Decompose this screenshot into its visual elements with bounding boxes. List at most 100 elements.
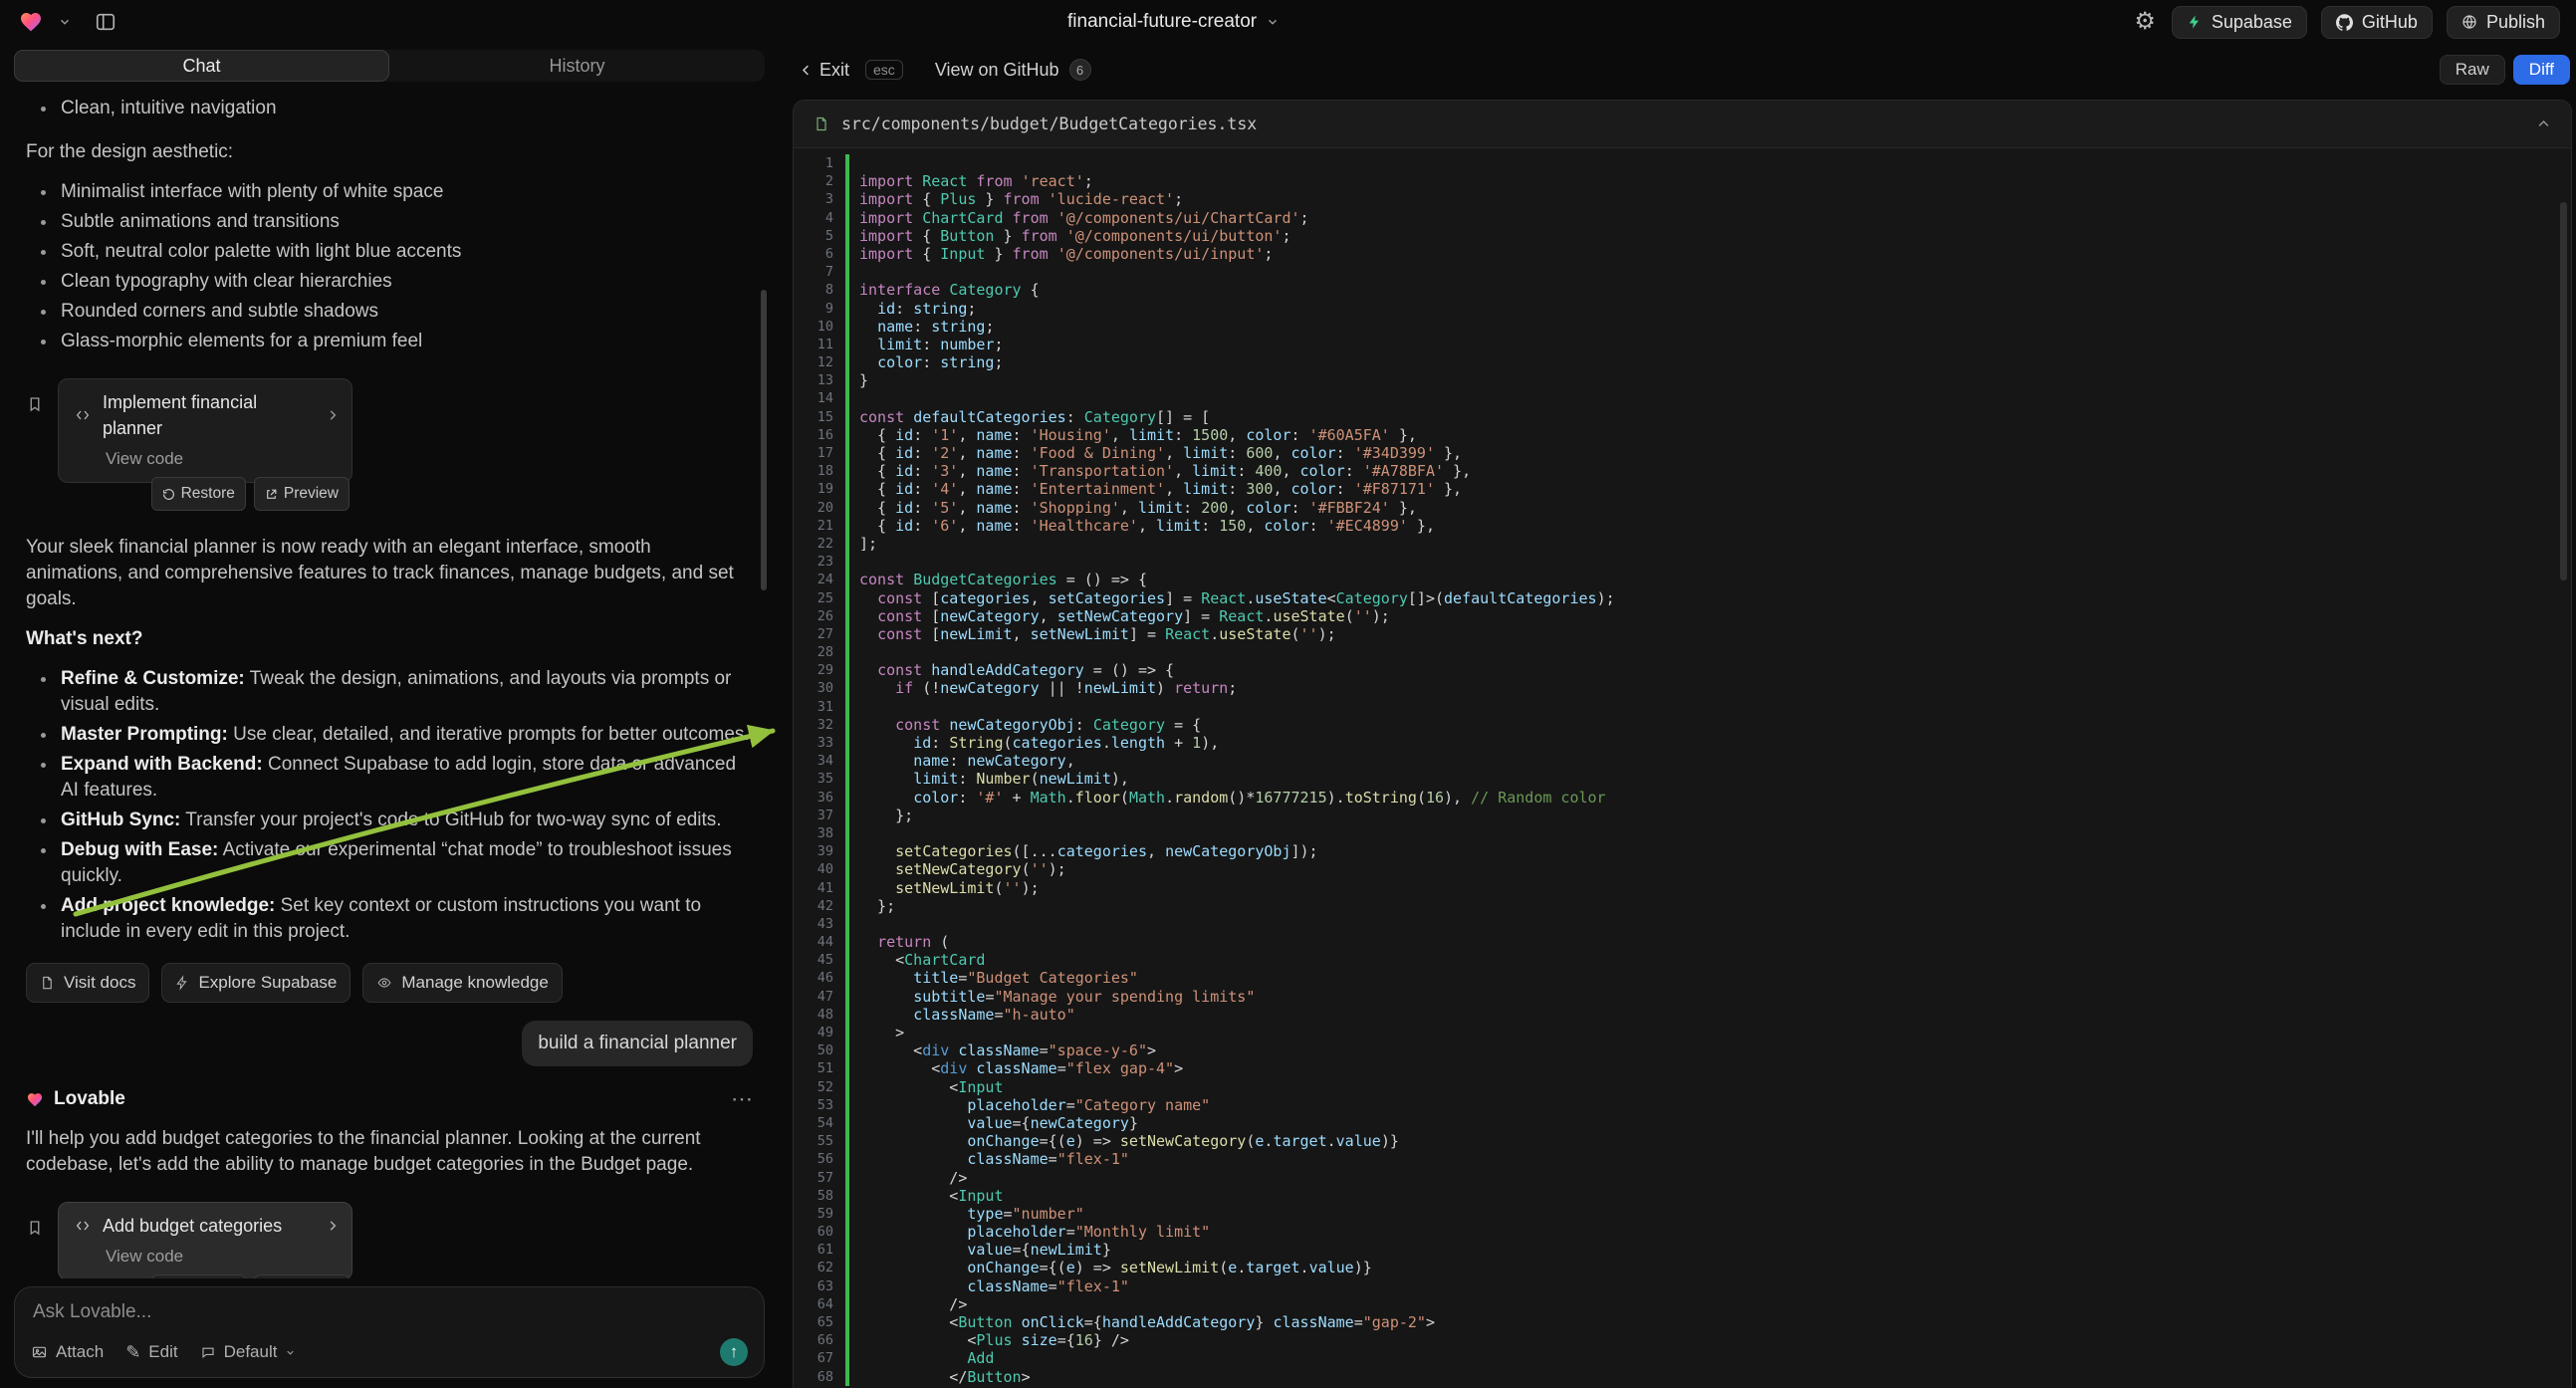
code-line: 61 value={newLimit} xyxy=(794,1241,2571,1259)
exit-button[interactable]: Exit xyxy=(793,59,855,82)
list-item: Clean typography with clear hierarchies xyxy=(58,269,753,295)
code-line: 44 return ( xyxy=(794,933,2571,951)
publish-button[interactable]: Publish xyxy=(2447,6,2560,39)
code-view-header: Exit esc View on GitHub 6 Raw Diff xyxy=(793,52,2570,88)
design-bullet-list: Minimalist interface with plenty of whit… xyxy=(26,179,753,354)
preview-button[interactable]: Preview xyxy=(254,477,350,511)
edit-card-row: Add budget categories View code Restore … xyxy=(26,1202,753,1278)
github-button[interactable]: GitHub xyxy=(2321,6,2433,39)
chat-scrollbar[interactable] xyxy=(761,290,767,590)
bot-name: Lovable xyxy=(54,1086,125,1112)
bot-header: Lovable ⋯ xyxy=(26,1086,753,1112)
preview-button[interactable]: Preview xyxy=(254,1274,350,1278)
card-actions: Restore Preview xyxy=(151,1274,350,1278)
code-line: 46 title="Budget Categories" xyxy=(794,969,2571,987)
view-on-github-button[interactable]: View on GitHub 6 xyxy=(935,59,1091,81)
visit-docs-button[interactable]: Visit docs xyxy=(26,963,149,1003)
code-line: 51 <div className="flex gap-4"> xyxy=(794,1059,2571,1077)
list-item: Master Prompting: Use clear, detailed, a… xyxy=(58,722,753,748)
card-actions: Restore Preview xyxy=(151,477,350,511)
chevron-left-icon xyxy=(799,63,814,78)
next-steps-list: Refine & Customize: Tweak the design, an… xyxy=(26,666,753,945)
code-line: 22]; xyxy=(794,535,2571,553)
list-item: Soft, neutral color palette with light b… xyxy=(58,239,753,265)
manage-knowledge-button[interactable]: Manage knowledge xyxy=(362,963,562,1003)
raw-button[interactable]: Raw xyxy=(2440,55,2505,85)
code-line: 14 xyxy=(794,389,2571,407)
tab-history[interactable]: History xyxy=(389,50,765,82)
edit-button[interactable]: ✎ Edit xyxy=(125,1342,177,1362)
image-attach-icon xyxy=(31,1344,48,1360)
github-icon xyxy=(2336,14,2353,31)
edit-card-implement-financial-planner[interactable]: Implement financial planner View code Re… xyxy=(58,378,352,483)
panel-toggle-icon[interactable] xyxy=(92,9,119,35)
code-line: 30 if (!newCategory || !newLimit) return… xyxy=(794,679,2571,697)
list-item: Refine & Customize: Tweak the design, an… xyxy=(58,666,753,718)
chat-input[interactable] xyxy=(31,1300,748,1324)
code-line: 63 className="flex-1" xyxy=(794,1277,2571,1295)
code-line: 16 { id: '1', name: 'Housing', limit: 15… xyxy=(794,426,2571,444)
collapse-chevron-up-icon[interactable] xyxy=(2536,116,2551,131)
diff-button[interactable]: Diff xyxy=(2513,55,2570,85)
code-line: 45 <ChartCard xyxy=(794,951,2571,969)
view-code-link[interactable]: View code xyxy=(106,446,183,472)
supabase-icon xyxy=(2187,13,2203,31)
code-line: 67 Add xyxy=(794,1349,2571,1367)
settings-gear-icon[interactable]: ⚙ xyxy=(2132,8,2158,36)
bookmark-icon[interactable] xyxy=(26,1218,44,1238)
list-item: Debug with Ease: Activate our experiment… xyxy=(58,837,753,889)
supabase-button[interactable]: Supabase xyxy=(2172,6,2307,39)
code-line: 17 { id: '2', name: 'Food & Dining', lim… xyxy=(794,444,2571,462)
scrolled-bullet-list: Clean, intuitive navigation xyxy=(26,96,753,121)
tab-chat[interactable]: Chat xyxy=(14,50,389,82)
code-line: 41 setNewLimit(''); xyxy=(794,879,2571,897)
code-line: 66 <Plus size={16} /> xyxy=(794,1331,2571,1349)
restore-button[interactable]: Restore xyxy=(151,1274,246,1278)
code-line: 37 }; xyxy=(794,807,2571,824)
code-line: 52 <Input xyxy=(794,1078,2571,1096)
code-line: 20 { id: '5', name: 'Shopping', limit: 2… xyxy=(794,499,2571,517)
code-line: 2import React from 'react'; xyxy=(794,172,2571,190)
logo-chevron-down-icon[interactable] xyxy=(56,13,74,31)
code-scrollbar[interactable] xyxy=(2560,202,2567,580)
code-line: 12 color: string; xyxy=(794,353,2571,371)
edit-card-title: Add budget categories xyxy=(103,1213,316,1239)
lovable-logo-heart-icon[interactable] xyxy=(16,8,46,36)
list-item: Glass-morphic elements for a premium fee… xyxy=(58,329,753,354)
project-title-dropdown[interactable]: financial-future-creator xyxy=(1067,0,1280,44)
pencil-icon: ✎ xyxy=(125,1343,140,1361)
send-button[interactable]: ↑ xyxy=(720,1338,748,1366)
code-line: 31 xyxy=(794,698,2571,716)
code-line: 68 </Button> xyxy=(794,1368,2571,1386)
code-scroll-area: 12import React from 'react';3import { Pl… xyxy=(794,148,2571,1388)
code-line: 60 placeholder="Monthly limit" xyxy=(794,1223,2571,1241)
restore-button[interactable]: Restore xyxy=(151,477,246,511)
code-line: 47 subtitle="Manage your spending limits… xyxy=(794,988,2571,1006)
code-line: 49 > xyxy=(794,1024,2571,1041)
external-link-icon xyxy=(265,488,278,501)
code-lines: 12import React from 'react';3import { Pl… xyxy=(794,154,2571,1386)
chat-input-dock: Attach ✎ Edit Default ↑ xyxy=(14,1286,765,1378)
code-line: 4import ChartCard from '@/components/ui/… xyxy=(794,209,2571,227)
code-line: 27 const [newLimit, setNewLimit] = React… xyxy=(794,625,2571,643)
code-line: 54 value={newCategory} xyxy=(794,1114,2571,1132)
file-header[interactable]: src/components/budget/BudgetCategories.t… xyxy=(794,101,2571,148)
code-line: 11 limit: number; xyxy=(794,336,2571,353)
code-line: 7 xyxy=(794,263,2571,281)
topbar: financial-future-creator ⚙ Supabase GitH… xyxy=(0,0,2576,44)
mode-select[interactable]: Default xyxy=(200,1342,297,1362)
code-line: 53 placeholder="Category name" xyxy=(794,1096,2571,1114)
more-options-icon[interactable]: ⋯ xyxy=(731,1088,753,1110)
code-line: 8interface Category { xyxy=(794,281,2571,299)
attach-button[interactable]: Attach xyxy=(31,1342,104,1362)
eye-icon xyxy=(376,976,392,990)
view-code-link[interactable]: View code xyxy=(106,1244,183,1270)
edit-card-add-budget-categories[interactable]: Add budget categories View code Restore … xyxy=(58,1202,352,1278)
code-line: 48 className="h-auto" xyxy=(794,1006,2571,1024)
list-item: GitHub Sync: Transfer your project's cod… xyxy=(58,808,753,833)
explore-supabase-button[interactable]: Explore Supabase xyxy=(161,963,351,1003)
bookmark-icon[interactable] xyxy=(26,394,44,414)
code-line: 50 <div className="space-y-6"> xyxy=(794,1041,2571,1059)
arrow-up-icon: ↑ xyxy=(730,1342,739,1362)
list-item: Clean, intuitive navigation xyxy=(58,96,753,121)
